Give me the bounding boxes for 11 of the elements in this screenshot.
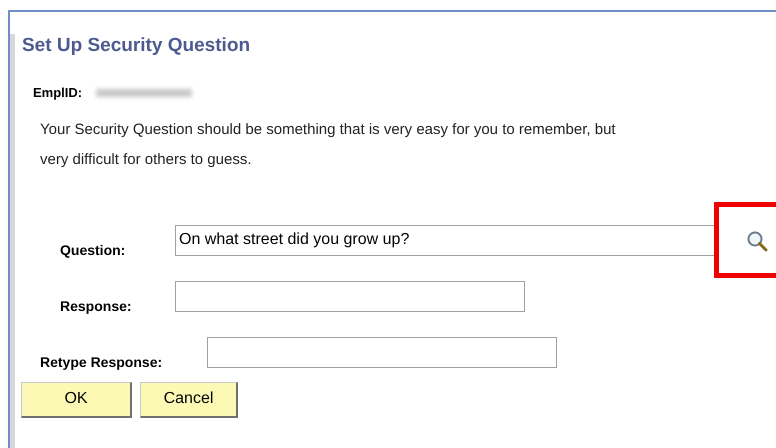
field-label: Question: (60, 242, 126, 258)
input-field[interactable] (175, 280, 525, 312)
cancel-button[interactable]: Cancel (140, 382, 238, 418)
field-label: Retype Response: (40, 354, 164, 370)
ok-button[interactable]: OK (21, 382, 132, 418)
emplid-label: EmplID: (33, 84, 82, 102)
field-label: Response: (60, 298, 133, 314)
search-icon[interactable] (746, 230, 768, 252)
page-title: Set Up Security Question (22, 34, 250, 58)
input-field[interactable] (207, 336, 557, 368)
instructions-text: Your Security Question should be something that is very easy for you to remember, but very difficult for others to guess. (40, 120, 617, 170)
